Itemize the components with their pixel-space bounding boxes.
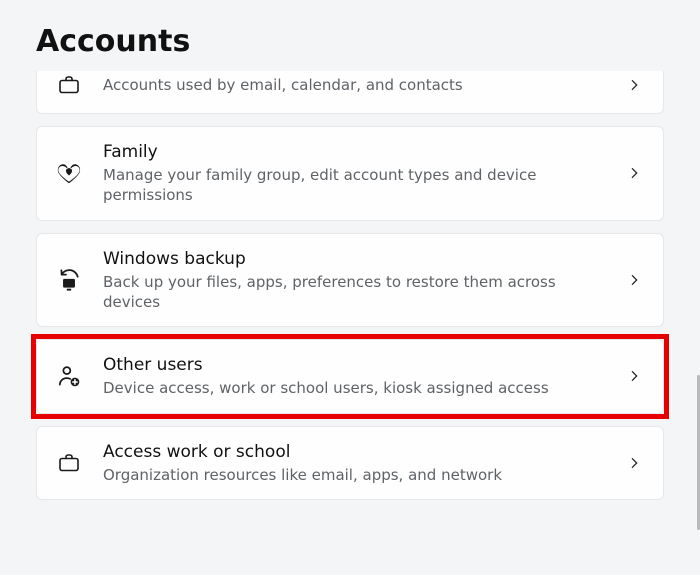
item-text: Accounts used by email, calendar, and co… [103,75,603,95]
briefcase-icon [55,449,83,477]
backup-sync-icon [55,266,83,294]
settings-item-other-users[interactable]: Other users Device access, work or schoo… [36,339,664,413]
item-text: Access work or school Organization resou… [103,441,603,485]
settings-item-email-accounts[interactable]: Accounts used by email, calendar, and co… [36,71,664,114]
chevron-right-icon [623,269,645,291]
other-users-icon [55,362,83,390]
item-title: Family [103,141,603,163]
item-title: Access work or school [103,441,603,463]
briefcase-icon [55,71,83,99]
chevron-right-icon [623,162,645,184]
item-desc: Manage your family group, edit account t… [103,165,603,206]
page-title: Accounts [36,0,664,73]
family-heart-icon [55,159,83,187]
item-desc: Device access, work or school users, kio… [103,378,603,398]
chevron-right-icon [623,365,645,387]
settings-item-family[interactable]: Family Manage your family group, edit ac… [36,126,664,221]
settings-list: Accounts used by email, calendar, and co… [36,73,664,500]
chevron-right-icon [623,452,645,474]
item-text: Windows backup Back up your files, apps,… [103,248,603,313]
settings-item-access-work-school[interactable]: Access work or school Organization resou… [36,426,664,500]
item-desc: Organization resources like email, apps,… [103,465,603,485]
settings-item-windows-backup[interactable]: Windows backup Back up your files, apps,… [36,233,664,328]
item-text: Other users Device access, work or schoo… [103,354,603,398]
item-desc: Accounts used by email, calendar, and co… [103,75,603,95]
item-desc: Back up your files, apps, preferences to… [103,272,603,313]
chevron-right-icon [623,74,645,96]
item-text: Family Manage your family group, edit ac… [103,141,603,206]
item-title: Windows backup [103,248,603,270]
item-title: Other users [103,354,603,376]
